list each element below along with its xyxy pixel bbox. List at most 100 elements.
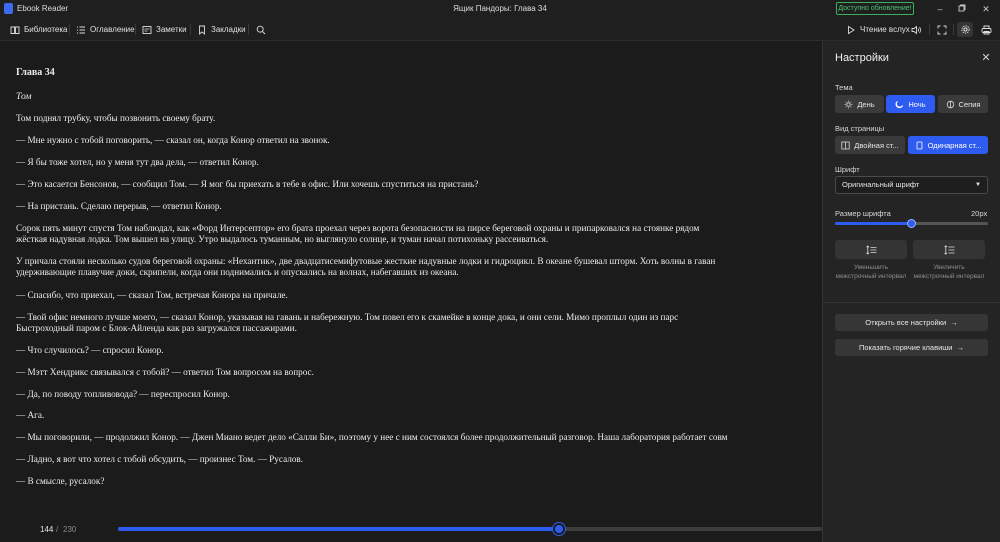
paragraph: Сорок пять минут спустя Том наблюдал, ка… — [16, 223, 822, 245]
paragraph-line: Сорок пять минут спустя Том наблюдал, ка… — [16, 223, 700, 233]
chevron-down-icon: ▼ — [975, 182, 981, 188]
single-page-button[interactable]: Одинарная ст... — [908, 136, 988, 154]
font-size-thumb[interactable] — [907, 219, 916, 228]
show-hotkeys-button[interactable]: Показать горячие клавиши → — [835, 339, 988, 356]
close-settings-icon[interactable]: ✕ — [980, 51, 992, 64]
settings-button[interactable] — [957, 22, 973, 37]
double-page-button[interactable]: Двойная ст... — [835, 136, 905, 154]
paragraph-line: — Это касается Бенсонов, — сообщил Том. … — [16, 179, 479, 189]
print-button[interactable] — [978, 22, 994, 37]
sepia-icon — [946, 100, 954, 108]
current-page: 144 — [40, 525, 54, 534]
fullscreen-icon — [937, 25, 947, 34]
play-icon — [848, 25, 855, 34]
paragraph: Том поднял трубку, чтобы позвонить своем… — [16, 113, 822, 124]
toolbar-divider — [248, 24, 249, 35]
font-select-value: Оригинальный шрифт — [842, 180, 920, 189]
font-size-label: Размер шрифта — [835, 209, 891, 218]
double-page-icon — [841, 141, 850, 149]
paragraph-line: — Мэтт Хендрикс связывался с тобой? — от… — [16, 367, 314, 377]
reading-pane[interactable]: Глава 34 Том Том поднял трубку, чтобы по… — [0, 41, 822, 519]
paragraph-line: — Что случилось? — спросил Конор. — [16, 345, 164, 355]
page-view-option-label: Одинарная ст... — [927, 140, 982, 150]
toolbar-divider — [953, 24, 954, 35]
page-progress: 144 / 230 — [0, 519, 822, 542]
decrease-line-spacing-button[interactable] — [835, 240, 907, 259]
ebook-reader-window: Ebook Reader Ящик Пандоры: Глава 34 Дост… — [0, 0, 1000, 542]
library-icon — [10, 26, 20, 34]
single-page-icon — [916, 141, 922, 149]
minimize-icon[interactable]: – — [933, 2, 947, 16]
paragraph-line: — Мне нужно с тобой поговорить, — сказал… — [16, 135, 330, 145]
panel-divider — [823, 302, 1000, 303]
bookmarks-button[interactable]: Закладки — [197, 23, 246, 36]
toolbar-divider — [929, 24, 930, 35]
page-view-label: Вид страницы — [835, 124, 885, 133]
paragraph: — Это касается Бенсонов, — сообщил Том. … — [16, 179, 822, 190]
paragraph-line: — В смысле, русалок? — [16, 476, 105, 486]
theme-night-button[interactable]: Ночь — [886, 95, 935, 113]
progress-slider[interactable] — [118, 523, 822, 535]
paragraph: — На пристань. Сделаю перерыв, — ответил… — [16, 201, 822, 212]
paragraph-line: У причала стояли несколько судов берегов… — [16, 256, 716, 266]
paragraph-line: — Ладно, я вот что хотел с тобой обсудит… — [16, 454, 304, 464]
read-aloud-button[interactable]: Чтение вслух — [846, 23, 910, 36]
paragraph: — Мэтт Хендрикс связывался с тобой? — от… — [16, 367, 822, 378]
notes-label: Заметки — [156, 25, 187, 34]
arrow-right-icon: → — [956, 343, 965, 352]
total-pages: 230 — [63, 525, 77, 534]
arrow-right-icon: → — [950, 318, 958, 327]
paragraph: — Да, по поводу топливовода? — переспрос… — [16, 389, 822, 400]
decrease-spacing-caption: Уменьшить межстрочный интервал — [835, 264, 907, 280]
increase-line-spacing-button[interactable] — [913, 240, 985, 259]
theme-day-button[interactable]: День — [835, 95, 884, 113]
theme-sepia-button[interactable]: Сепия — [938, 95, 988, 113]
show-hotkeys-label: Показать горячие клавиши — [858, 343, 953, 352]
paragraph: — Я бы тоже хотел, но у меня тут два дел… — [16, 157, 822, 168]
theme-option-label: Сепия — [958, 99, 981, 109]
chapter-title: Глава 34 — [16, 67, 55, 78]
toolbar-divider — [190, 24, 191, 35]
contents-button[interactable]: Оглавление — [76, 23, 135, 36]
paragraph-line: удерживающие плавучие доки, скрипели, ко… — [16, 267, 459, 277]
progress-fill — [118, 527, 559, 531]
volume-button[interactable] — [908, 22, 924, 37]
paragraph: — Ладно, я вот что хотел с тобой обсудит… — [16, 454, 822, 465]
list-icon — [77, 26, 85, 33]
paragraph-line: — Да, по поводу топливовода? — переспрос… — [16, 389, 230, 399]
library-label: Библиотека — [24, 25, 68, 34]
paragraph-line: — Спасибо, что приехал, — сказал Том, вс… — [16, 290, 288, 300]
toolbar-divider — [135, 24, 136, 35]
paragraph: — В смысле, русалок? — [16, 476, 822, 487]
search-button[interactable] — [256, 23, 266, 36]
close-window-icon[interactable]: ✕ — [979, 2, 993, 16]
font-size-slider[interactable] — [835, 219, 988, 228]
search-icon — [256, 25, 266, 34]
toolbar: Библиотека Оглавление Заметки Закладки Ч… — [0, 18, 1000, 41]
theme-option-label: День — [857, 99, 875, 109]
font-select[interactable]: Оригинальный шрифт ▼ — [835, 176, 988, 194]
progress-thumb[interactable] — [552, 523, 565, 535]
chapter-subtitle: Том — [16, 91, 32, 102]
library-button[interactable]: Библиотека — [10, 23, 68, 36]
open-all-settings-label: Открыть все настройки — [865, 318, 947, 327]
paragraph: — Твой офис немного лучше моего, — сказа… — [16, 312, 822, 334]
open-all-settings-button[interactable]: Открыть все настройки → — [835, 314, 988, 331]
volume-icon — [911, 25, 921, 34]
bookmarks-label: Закладки — [211, 25, 246, 34]
paragraph-line: Том поднял трубку, чтобы позвонить своем… — [16, 113, 216, 123]
notes-button[interactable]: Заметки — [142, 23, 187, 36]
fullscreen-button[interactable] — [934, 22, 950, 37]
paragraph-line: — Я бы тоже хотел, но у меня тут два дел… — [16, 157, 259, 167]
moon-icon — [895, 100, 904, 108]
read-aloud-label: Чтение вслух — [860, 25, 910, 34]
paragraph-line: Быстроходный паром с Блок-Айленда как ра… — [16, 323, 297, 333]
update-available-button[interactable]: Доступно обновление! — [836, 2, 914, 15]
theme-option-label: Ночь — [908, 99, 926, 109]
increase-spacing-icon — [943, 244, 954, 255]
maximize-icon[interactable] — [955, 2, 969, 16]
settings-title: Настройки — [835, 52, 889, 64]
paragraph: — Что случилось? — спросил Конор. — [16, 345, 822, 356]
sun-icon — [844, 100, 853, 108]
paragraph: — Мы поговорили, — продолжил Конор. — Дж… — [16, 432, 822, 443]
